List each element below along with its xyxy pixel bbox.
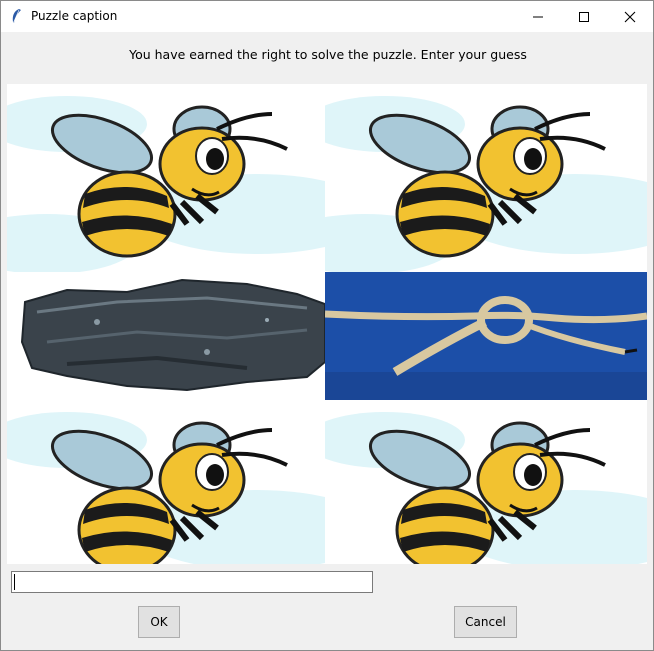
puzzle-image-grid xyxy=(7,84,647,564)
instruction-label: You have earned the right to solve the p… xyxy=(129,47,527,62)
bee-image xyxy=(7,84,325,272)
close-button[interactable] xyxy=(607,1,653,32)
rock-image xyxy=(7,272,325,400)
puzzle-dialog-window: Puzzle caption You have earned the right… xyxy=(0,0,654,651)
bee-image xyxy=(7,400,325,564)
minimize-button[interactable] xyxy=(515,1,561,32)
maximize-icon xyxy=(579,11,589,22)
bee-image xyxy=(325,84,647,272)
title-bar[interactable]: Puzzle caption xyxy=(1,1,653,32)
knot-image xyxy=(325,272,647,400)
feather-icon xyxy=(12,9,21,23)
ok-button[interactable]: OK xyxy=(138,606,180,638)
window-title: Puzzle caption xyxy=(31,9,118,23)
guess-input[interactable] xyxy=(11,571,373,593)
maximize-button[interactable] xyxy=(561,1,607,32)
cancel-button[interactable]: Cancel xyxy=(454,606,517,638)
close-icon xyxy=(624,11,636,22)
minimize-icon xyxy=(533,16,543,17)
bee-image xyxy=(325,400,647,564)
text-caret xyxy=(14,574,15,590)
